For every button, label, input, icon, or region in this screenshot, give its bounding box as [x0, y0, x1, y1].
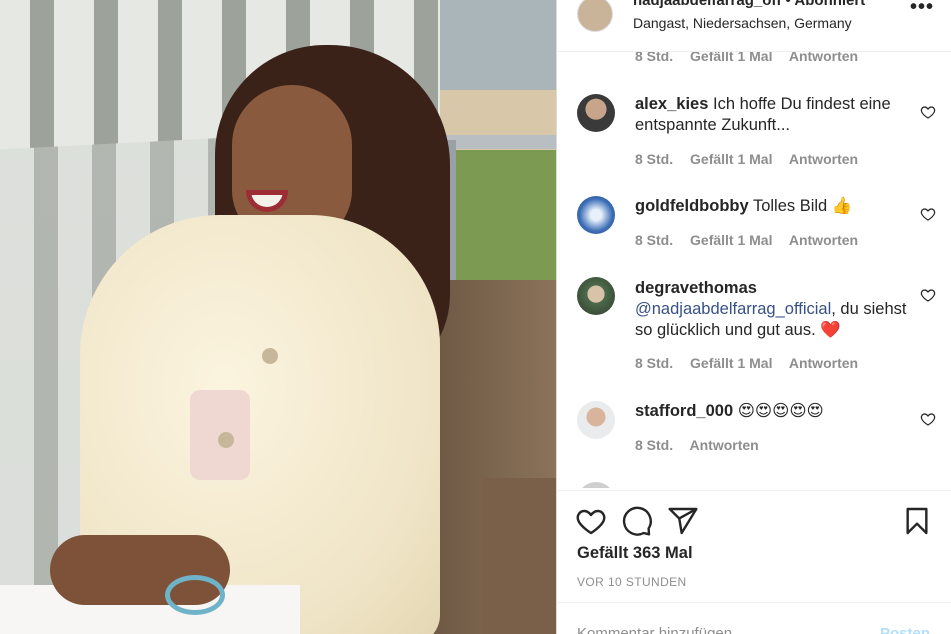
wooden-plank	[482, 478, 556, 634]
comment-icon[interactable]	[621, 505, 653, 537]
cardigan-button	[262, 348, 278, 364]
bookmark-icon[interactable]	[901, 505, 933, 537]
comment-meta: 8 Std. Gefällt 1 Mal Antworten	[635, 151, 871, 167]
comment-time: 8 Std.	[635, 437, 674, 453]
commenter-avatar[interactable]	[577, 401, 615, 439]
comment-time: 8 Std.	[635, 232, 674, 248]
post-header: nadjaabdelfarrag_off • Abonniert Dangast…	[557, 0, 951, 52]
railing	[440, 135, 556, 149]
comment-meta: 8 Std. Gefällt 1 Mal Antworten	[635, 355, 871, 371]
post-comment-button[interactable]: Posten	[880, 625, 930, 634]
likes-count[interactable]: Gefällt 363 Mal	[577, 544, 693, 563]
comment-time: 8 Std.	[635, 355, 674, 371]
comment-likes[interactable]: Gefällt 1 Mal	[690, 151, 772, 167]
post-panel: nadjaabdelfarrag_off • Abonniert Dangast…	[556, 0, 951, 634]
sea-background	[440, 0, 556, 90]
comment-reply-button[interactable]: Antworten	[789, 355, 858, 371]
author-avatar[interactable]	[577, 0, 613, 32]
comment-mention-link[interactable]: @nadjaabdelfarrag_official	[635, 300, 831, 318]
comment-reply-button[interactable]: Antworten	[789, 151, 858, 167]
post-timestamp: VOR 10 STUNDEN	[577, 575, 687, 589]
commenter-avatar[interactable]	[577, 94, 615, 132]
heart-icon[interactable]	[575, 505, 607, 537]
send-icon[interactable]	[667, 505, 699, 537]
cardigan-button	[218, 432, 234, 448]
commenter-avatar[interactable]	[577, 196, 615, 234]
comment-text: alex_kies Ich hoffe Du findest eine ents…	[635, 94, 915, 136]
comment-likes[interactable]: Gefällt 1 Mal	[690, 232, 772, 248]
comment-meta: 8 Std. Gefällt 1 Mal Antworten	[635, 232, 871, 248]
comment-like-heart-icon[interactable]	[920, 411, 936, 427]
follow-status[interactable]: • Abonniert	[786, 0, 866, 9]
commenter-username[interactable]: degravethomas	[635, 279, 757, 297]
comment-like-heart-icon[interactable]	[920, 104, 936, 120]
add-comment-bar: Kommentar hinzufügen ... Posten	[557, 602, 951, 634]
post-actions: Gefällt 363 Mal VOR 10 STUNDEN	[557, 490, 951, 602]
author-username[interactable]: nadjaabdelfarrag_off	[633, 0, 781, 9]
author-line: nadjaabdelfarrag_off • Abonniert	[633, 0, 893, 9]
comment-text: goldfeldbobby Tolles Bild 👍	[635, 196, 915, 217]
comment-body: 😍😍😍😍😍	[737, 402, 824, 420]
commenter-avatar[interactable]	[577, 277, 615, 315]
lawn-background	[440, 150, 556, 300]
post-photo[interactable]	[0, 0, 556, 634]
comment-time: 8 Std.	[635, 151, 674, 167]
more-horizontal-icon[interactable]: •••	[910, 0, 934, 19]
post-location[interactable]: Dangast, Niedersachsen, Germany	[633, 15, 852, 31]
comment-reply-button[interactable]: Antworten	[789, 232, 858, 248]
comment-text: stafford_000 😍😍😍😍😍	[635, 401, 915, 422]
comment-like-heart-icon[interactable]	[920, 287, 936, 303]
comment-list[interactable]: 8 Std. Gefällt 1 Mal Antworten alex_kies…	[557, 44, 951, 488]
comment-like-heart-icon[interactable]	[920, 206, 936, 222]
commenter-username[interactable]: stafford_000	[635, 402, 733, 420]
bracelet	[165, 575, 225, 615]
commenter-avatar[interactable]	[577, 482, 615, 488]
comment-reply-button[interactable]: Antworten	[690, 437, 759, 453]
comment-body: Tolles Bild 👍	[752, 197, 853, 215]
comment-text: degravethomas @nadjaabdelfarrag_official…	[635, 278, 915, 341]
commenter-username[interactable]: alex_kies	[635, 95, 708, 113]
commenter-username[interactable]: goldfeldbobby	[635, 197, 749, 215]
comment-input[interactable]: Kommentar hinzufügen ...	[577, 625, 749, 634]
comment-likes[interactable]: Gefällt 1 Mal	[690, 355, 772, 371]
comment-meta: 8 Std. Antworten	[635, 437, 772, 453]
